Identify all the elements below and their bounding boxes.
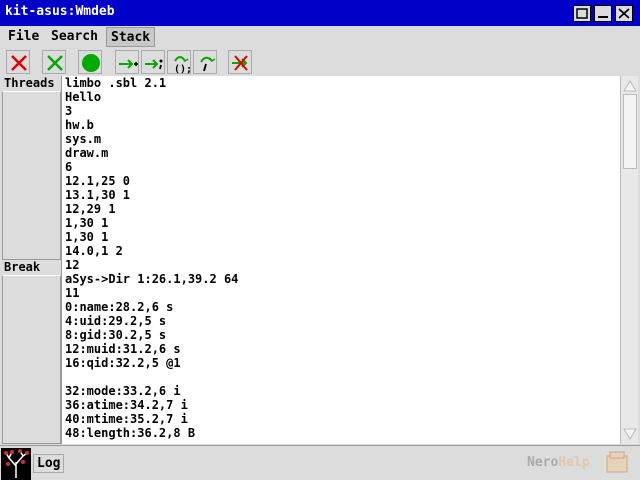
tree-logo-icon [4,449,29,478]
status-bar: Log NeroHelp [0,445,640,480]
text-line: 4:uid:29.2,5 s [65,314,167,328]
run-icon [82,54,100,72]
exit-button[interactable] [42,50,66,74]
text-line: 8:gid:30.2,5 s [65,328,167,342]
step-into-icon [119,59,138,69]
scroll-thumb[interactable] [623,94,637,169]
menu-search[interactable]: Search [47,27,102,47]
text-line: Hello [65,90,102,104]
nerohelp-logo-icon [606,451,628,473]
clear-breakpoint-icon [232,55,248,71]
return-button[interactable] [193,50,217,74]
text-line: sys.m [65,132,102,146]
brand-nero: Nero [527,455,559,470]
menu-file[interactable]: File [4,27,43,47]
svg-text:();: (); [174,64,191,74]
threads-label: Threads [2,76,61,91]
scroll-up-icon[interactable] [623,79,637,93]
text-line: 16:qid:32.2,5 @1 [65,356,181,370]
text-line: 48:length:36.2,8 B [65,426,196,440]
title-bar[interactable]: kit-asus:Wmdeb [0,0,640,26]
menu-stack[interactable]: Stack [106,27,156,47]
step-out-icon: (); [174,56,191,74]
source-text-view[interactable]: limbo .sbl 2.1 Hello 3 hw.b sys.m draw.m… [61,76,620,444]
text-line: 1,30 1 [65,216,109,230]
text-line: 13.1,30 1 [65,188,131,202]
kill-icon [11,55,27,71]
text-line: 36:atime:34.2,7 i [65,398,188,412]
text-line: 40:mtime:35.2,7 i [65,412,188,426]
close-button[interactable] [615,5,633,22]
text-line: 3 [65,104,73,118]
clear-breakpoint-button[interactable] [228,50,252,74]
text-line: 12,29 1 [65,202,116,216]
text-line: 12:muid:31.2,6 s [65,342,181,356]
window-title: kit-asus:Wmdeb [5,4,115,19]
minimize-icon [598,16,608,18]
text-line: hw.b [65,118,94,132]
step-into-button[interactable] [115,50,139,74]
maximize-icon [576,8,588,19]
text-line: 0:name:28.2,6 s [65,300,174,314]
text-line: 11 [65,286,80,300]
break-label: Break [2,260,61,275]
text-line: 12 [65,258,80,272]
text-line: 32:mode:33.2,6 i [65,384,181,398]
log-button[interactable]: Log [33,454,65,473]
threads-list[interactable] [2,91,61,260]
maximize-button[interactable] [573,5,591,22]
text-line: draw.m [65,146,109,160]
breakpoints-list[interactable] [2,275,61,444]
menu-bar: File Search Stack [2,27,638,47]
text-line: limbo .sbl 2.1 [65,76,167,90]
debugger-window: kit-asus:Wmdeb File Search Stack (); Thr… [0,0,640,480]
brand-help: Help [558,455,590,470]
scroll-down-icon[interactable] [623,427,637,441]
toolbar: (); [2,48,638,76]
run-button[interactable] [78,50,102,74]
return-icon [200,56,216,72]
vertical-scrollbar[interactable] [620,76,638,444]
kill-button[interactable] [6,50,30,74]
text-line: 1,30 1 [65,230,109,244]
text-line: 6 [65,160,73,174]
brand-text: NeroHelp [527,455,590,470]
text-line: 14.0,1 2 [65,244,123,258]
step-over-icon [145,59,163,70]
step-out-button[interactable]: (); [167,50,191,74]
text-line: aSys->Dir 1:26.1,39.2 64 [65,272,239,286]
close-icon [618,8,630,19]
left-pane: Threads Break [2,76,61,444]
text-line: 12.1,25 0 [65,174,131,188]
step-over-button[interactable] [141,50,165,74]
exit-icon [47,55,63,71]
app-logo[interactable] [1,448,31,480]
minimize-button[interactable] [594,5,612,22]
